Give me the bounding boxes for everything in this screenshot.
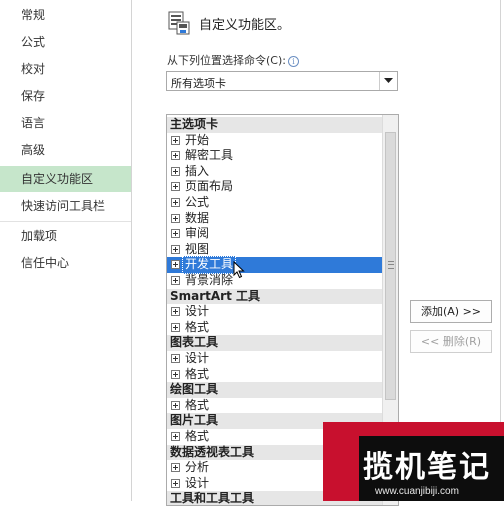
page-title: 自定义功能区。 (199, 18, 291, 33)
tree-group-header: 主选项卡 (167, 117, 382, 133)
pane-divider (131, 0, 132, 501)
tree-group-header: 绘图工具 (167, 382, 382, 398)
tree-item[interactable]: 设计 (167, 304, 382, 320)
tree-item-label: 页面布局 (185, 179, 234, 194)
site-watermark: 揽机笔记 www.cuanjibiji.com (323, 422, 504, 501)
tree-item[interactable]: 视图 (167, 242, 382, 258)
tree-item-label: 公式 (185, 195, 210, 209)
tree-item[interactable]: 审阅 (167, 226, 382, 242)
tree-item-label: 格式 (185, 319, 210, 334)
tree-item[interactable]: 公式 (167, 195, 382, 211)
watermark-logo-text: 揽机笔记 (363, 450, 491, 485)
expand-plus-icon[interactable] (171, 135, 180, 145)
choose-commands-text: 从下列位置选择命令(C): (167, 54, 286, 67)
expand-plus-icon[interactable] (171, 400, 180, 410)
tree-item-label: 背景消除 (185, 273, 234, 287)
tree-item-label: 格式 (185, 397, 210, 412)
tree-item[interactable]: 开发工具 (167, 256, 382, 274)
nav-item[interactable]: 保存 (0, 83, 131, 109)
expand-plus-icon[interactable] (171, 260, 180, 270)
tree-item-label: 设计 (185, 351, 210, 365)
expand-plus-icon[interactable] (171, 229, 180, 239)
tree-item[interactable]: 背景消除 (167, 273, 382, 289)
nav-item[interactable]: 快速访问工具栏 (0, 193, 131, 219)
remove-button[interactable]: << 删除(R) (410, 330, 492, 353)
expand-plus-icon[interactable] (171, 307, 180, 317)
expand-plus-icon[interactable] (171, 182, 180, 192)
choose-commands-label: 从下列位置选择命令(C): i (167, 52, 299, 68)
nav-item[interactable]: 加载项 (0, 223, 131, 249)
expand-plus-icon[interactable] (171, 276, 180, 285)
tree-item-label: 分析 (185, 460, 210, 475)
tree-item-label: 审阅 (185, 226, 210, 241)
nav-item[interactable]: 语言 (0, 110, 131, 136)
tree-item-label: 插入 (185, 163, 210, 178)
customize-ribbon-icon (166, 10, 192, 36)
nav-item[interactable]: 常规 (0, 2, 131, 28)
expand-plus-icon[interactable] (171, 198, 180, 207)
nav-separator (0, 221, 131, 222)
tree-item-label: 格式 (185, 366, 210, 381)
tree-item-label: 数据 (185, 210, 210, 225)
add-button[interactable]: 添加(A) >> (410, 300, 492, 323)
chevron-down-icon (384, 78, 393, 83)
scrollbar-thumb[interactable] (385, 132, 396, 400)
nav-item[interactable]: 高级 (0, 137, 131, 163)
expand-plus-icon[interactable] (171, 151, 180, 161)
choose-commands-dropdown[interactable]: 所有选项卡 (166, 71, 398, 91)
tree-group-header: SmartArt 工具 (167, 288, 382, 305)
expand-plus-icon[interactable] (171, 166, 180, 176)
tree-item-label: 设计 (185, 475, 210, 490)
expand-plus-icon[interactable] (171, 322, 180, 332)
tree-item[interactable]: 格式 (167, 320, 382, 336)
nav-item[interactable]: 公式 (0, 29, 131, 55)
tree-item-label: 视图 (185, 241, 210, 256)
nav-item[interactable]: 校对 (0, 56, 131, 82)
tree-item-label: 设计 (185, 304, 210, 319)
tree-item[interactable]: 页面布局 (167, 179, 382, 195)
tree-item[interactable]: 格式 (167, 398, 382, 414)
expand-plus-icon[interactable] (171, 432, 180, 441)
scrollbar-grip-icon (388, 261, 394, 269)
watermark-url: www.cuanjibiji.com (375, 486, 459, 497)
nav-item[interactable]: 信任中心 (0, 250, 131, 276)
mouse-cursor-icon (233, 261, 245, 279)
tree-item[interactable]: 开始 (167, 133, 382, 149)
tree-item-label: 开始 (185, 132, 210, 147)
tree-item[interactable]: 数据 (167, 211, 382, 227)
tree-group-header: 图表工具 (167, 335, 382, 351)
info-icon[interactable]: i (287, 55, 299, 67)
expand-plus-icon[interactable] (171, 213, 180, 223)
tree-item[interactable]: 解密工具 (167, 148, 382, 164)
dropdown-value: 所有选项卡 (171, 77, 226, 90)
tree-item-label: 开发工具 (182, 256, 237, 274)
tree-item-label: 格式 (185, 429, 210, 443)
expand-plus-icon[interactable] (171, 369, 180, 379)
tree-item[interactable]: 格式 (167, 367, 382, 383)
tree-item[interactable]: 插入 (167, 164, 382, 180)
nav-item[interactable]: 自定义功能区 (0, 166, 131, 192)
tree-item-label: 解密工具 (185, 148, 234, 163)
options-nav-pane: 常规 公式 校对 保存 语言 高级自定义功能区 快速访问工具栏 加载项 信任中心 (0, 0, 131, 501)
expand-plus-icon[interactable] (171, 463, 180, 473)
dropdown-arrow-button[interactable] (379, 72, 397, 90)
expand-plus-icon[interactable] (171, 354, 180, 363)
expand-plus-icon[interactable] (171, 478, 180, 488)
tree-item[interactable]: 设计 (167, 351, 382, 367)
expand-plus-icon[interactable] (171, 244, 180, 254)
